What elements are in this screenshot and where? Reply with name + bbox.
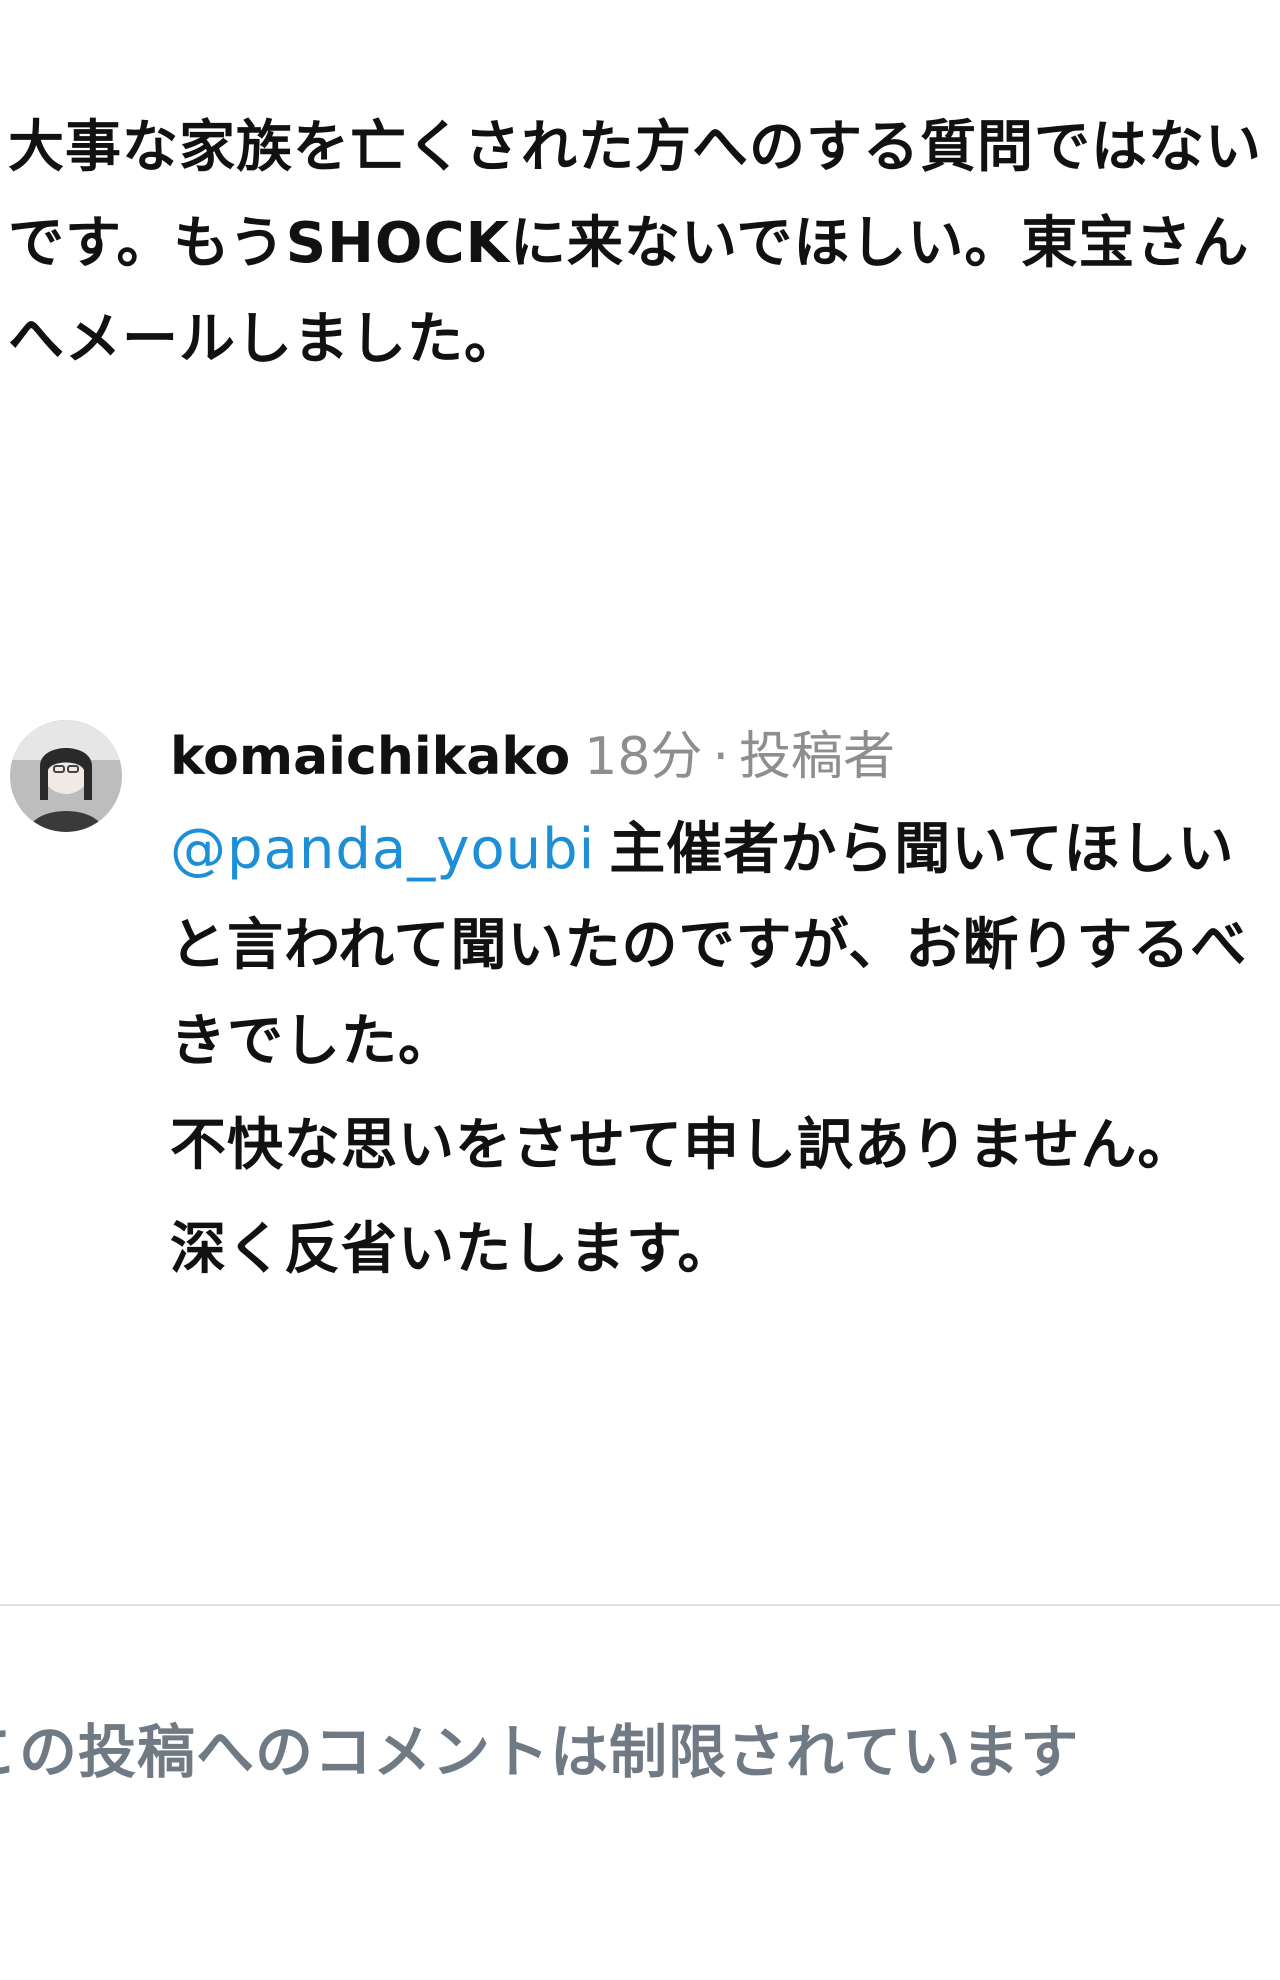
username-link[interactable]: komaichikako (170, 727, 570, 787)
comments-restricted-notice: この投稿へのコメントは制限されています (0, 1718, 1080, 1786)
comment-paragraph-1: @panda_youbi 主催者から聞いてほしいと言われて聞いたのですが、お断りす… (170, 802, 1270, 1090)
comment-body: komaichikako 18分 · 投稿者 @panda_youbi 主催者から聞いて… (170, 712, 1270, 1306)
mention-link[interactable]: @panda_youbi (170, 817, 595, 882)
author-badge: 投稿者 (738, 727, 895, 787)
comment-paragraph-3: 深く反省いたします。 (170, 1217, 735, 1282)
comment-paragraph-2: 不快な思いをさせて申し訳ありません。 (170, 1113, 1195, 1178)
avatar-photo-icon (10, 720, 122, 832)
previous-comment-text: 大事な家族を亡くされた方へのする質問ではないです。もうSHOCKに来ないでほしい… (8, 115, 1262, 372)
comment-meta: komaichikako 18分 · 投稿者 (170, 712, 1270, 802)
separator-dot: · (712, 727, 729, 787)
divider (0, 1604, 1280, 1606)
avatar[interactable] (10, 720, 122, 832)
timestamp[interactable]: 18分 (584, 727, 702, 787)
